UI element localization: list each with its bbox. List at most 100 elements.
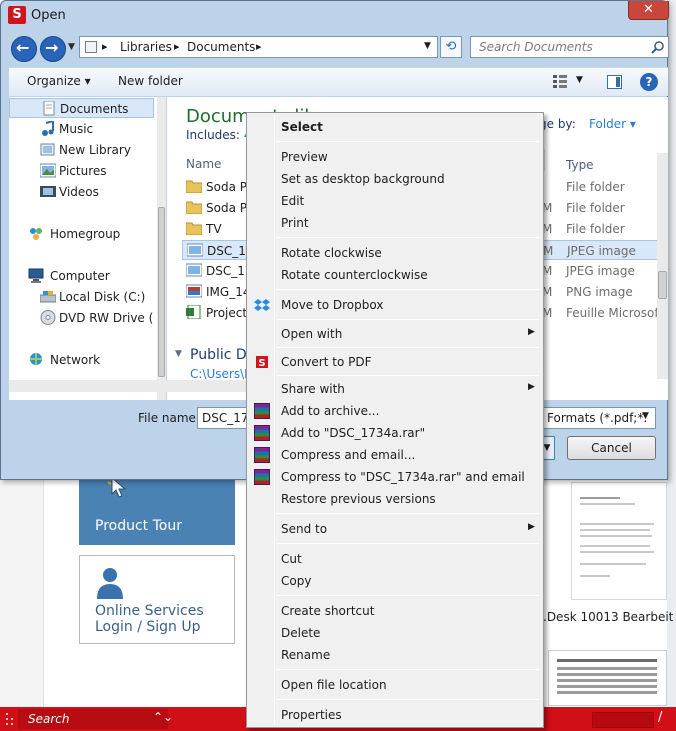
column-header-type[interactable]: Type — [566, 158, 594, 172]
menu-item-create-shortcut[interactable]: Create shortcut — [250, 600, 540, 622]
new-folder-button[interactable]: New folder — [118, 74, 183, 88]
chevron-up-down-icon[interactable]: ⌃⌄ — [153, 710, 173, 724]
views-icon[interactable] — [553, 75, 567, 88]
column-divider[interactable] — [544, 149, 545, 171]
file-type: JPEG image — [566, 264, 635, 278]
organize-button[interactable]: Organize ▾ — [27, 74, 91, 88]
menu-item-move-to-dropbox[interactable]: Move to Dropbox — [250, 294, 540, 316]
scrollbar-thumb[interactable] — [658, 271, 667, 299]
network-icon — [30, 353, 42, 365]
spreadsheet-thumbnail[interactable] — [548, 650, 667, 706]
views-dropdown[interactable]: ▼ — [576, 75, 583, 85]
chevron-down-icon[interactable]: ▼ — [175, 349, 182, 359]
arrange-by-label: ge by: — [539, 117, 576, 131]
title-bar[interactable]: S Open ✕ — [1, 1, 669, 31]
scrollbar-thumb[interactable] — [158, 207, 165, 377]
menu-item-preview[interactable]: Preview — [250, 146, 540, 168]
winrar-icon — [254, 403, 270, 419]
menu-separator — [277, 141, 539, 142]
breadcrumb-libraries[interactable]: Libraries — [120, 40, 172, 54]
product-tour-tile[interactable]: Product Tour — [79, 470, 235, 545]
sidebar-item-label: Homegroup — [50, 227, 121, 241]
arrange-by-dropdown[interactable]: Folder ▾ — [589, 117, 636, 131]
menu-item-add-to-rar[interactable]: Add to "DSC_1734a.rar" — [250, 422, 540, 444]
menu-item-rename[interactable]: Rename — [250, 644, 540, 666]
menu-item-select[interactable]: Select — [250, 116, 540, 138]
menu-item-print[interactable]: Print — [250, 212, 540, 234]
file-name-input[interactable]: DSC_173 — [197, 407, 253, 429]
menu-item-cut[interactable]: Cut — [250, 548, 540, 570]
online-services-label: Online Services Login / Sign Up — [95, 603, 235, 635]
menu-item-convert-to-pdf[interactable]: S Convert to PDF — [250, 351, 540, 373]
library-includes[interactable]: Includes: 4 — [186, 128, 251, 142]
forward-button[interactable]: → — [40, 36, 66, 62]
menu-item-restore-previous-versions[interactable]: Restore previous versions — [250, 488, 540, 510]
menu-item-rotate-counterclockwise[interactable]: Rotate counterclockwise — [250, 264, 540, 286]
sidebar-item-local-disk[interactable]: Local Disk (C:) — [9, 287, 154, 307]
file-type: JPEG image — [567, 244, 636, 258]
column-header-name[interactable]: Name — [186, 157, 221, 171]
close-button[interactable]: ✕ — [628, 1, 669, 20]
sidebar-item-network[interactable]: Network — [9, 350, 154, 370]
sidebar-item-dvd-drive[interactable]: DVD RW Drive (D — [9, 308, 154, 328]
menu-item-edit[interactable]: Edit — [250, 190, 540, 212]
menu-item-compress-rar-email[interactable]: Compress to "DSC_1734a.rar" and email — [250, 466, 540, 488]
product-tour-label: Product Tour — [95, 518, 182, 534]
menu-item-add-to-archive[interactable]: Add to archive... — [250, 400, 540, 422]
sidebar-item-documents[interactable]: Documents — [9, 98, 154, 118]
menu-item-send-to[interactable]: Send to ▶ — [250, 518, 540, 540]
sidebar-item-label: Computer — [50, 269, 110, 283]
file-type-select[interactable]: Formats (*.pdf;*. — [540, 407, 656, 429]
search-icon[interactable] — [651, 40, 665, 54]
sidebar-item-new-library[interactable]: New Library — [9, 140, 154, 160]
cancel-button[interactable]: Cancel — [567, 436, 656, 460]
menu-item-set-desktop-background[interactable]: Set as desktop background — [250, 168, 540, 190]
library-icon — [85, 41, 97, 53]
search-input[interactable]: Search Documents — [470, 36, 669, 58]
menu-item-copy[interactable]: Copy — [250, 570, 540, 592]
recent-pages-dropdown[interactable]: ▼ — [68, 42, 75, 52]
menu-item-compress-and-email[interactable]: Compress and email... — [250, 444, 540, 466]
online-services-tile[interactable]: Online Services Login / Sign Up — [79, 555, 235, 644]
documents-icon — [43, 101, 55, 116]
public-documents-path[interactable]: C:\Users\P — [190, 367, 251, 381]
document-thumbnail[interactable] — [571, 482, 667, 600]
submenu-arrow-icon: ▶ — [528, 522, 535, 532]
soda-pdf-icon: S — [256, 356, 268, 369]
sidebar-item-homegroup[interactable]: Homegroup — [9, 224, 154, 244]
address-dropdown[interactable]: ▼ — [424, 41, 431, 51]
sidebar-item-videos[interactable]: Videos — [9, 182, 154, 202]
file-type: File folder — [566, 222, 625, 236]
menu-item-properties[interactable]: Properties — [250, 704, 540, 726]
menu-separator — [277, 595, 539, 596]
file-list-scrollbar[interactable] — [657, 153, 668, 379]
app-logo-icon: S — [8, 6, 26, 24]
menu-item-open-file-location[interactable]: Open file location — [250, 674, 540, 696]
sidebar-scrollbar[interactable] — [157, 97, 166, 400]
refresh-button[interactable]: ⟲ — [440, 36, 462, 58]
back-button[interactable]: ← — [11, 36, 37, 62]
sidebar-item-music[interactable]: Music — [9, 119, 154, 139]
taskbar-search[interactable]: Search — [18, 709, 168, 729]
chevron-down-icon[interactable]: ▼ — [642, 411, 649, 421]
breadcrumb-chevron[interactable]: ▸ — [102, 40, 108, 53]
breadcrumb-chevron[interactable]: ▸ — [256, 40, 262, 53]
sidebar-item-pictures[interactable]: Pictures — [9, 161, 154, 181]
menu-item-open-with[interactable]: Open with ▶ — [250, 323, 540, 345]
taskbar-field[interactable] — [592, 712, 654, 728]
file-name-label: File name: — [138, 411, 200, 425]
document-caption[interactable]: .Desk 10013 Bearbeit — [543, 610, 673, 624]
homegroup-icon — [30, 228, 42, 240]
sidebar-item-computer[interactable]: Computer — [9, 266, 154, 286]
address-bar[interactable]: ▸ Libraries ▸ Documents ▸ ▼ — [79, 36, 438, 58]
arrow-right-icon: → — [45, 38, 59, 57]
search-placeholder: Search Documents — [479, 40, 593, 54]
menu-item-rotate-clockwise[interactable]: Rotate clockwise — [250, 242, 540, 264]
menu-item-share-with[interactable]: Share with ▶ — [250, 378, 540, 400]
breadcrumb-chevron[interactable]: ▸ — [174, 40, 180, 53]
menu-item-delete[interactable]: Delete — [250, 622, 540, 644]
sidebar-item-label: DVD RW Drive (D — [59, 311, 154, 325]
help-icon[interactable]: ? — [640, 73, 658, 91]
breadcrumb-documents[interactable]: Documents — [187, 40, 255, 54]
preview-pane-icon[interactable] — [607, 75, 622, 89]
